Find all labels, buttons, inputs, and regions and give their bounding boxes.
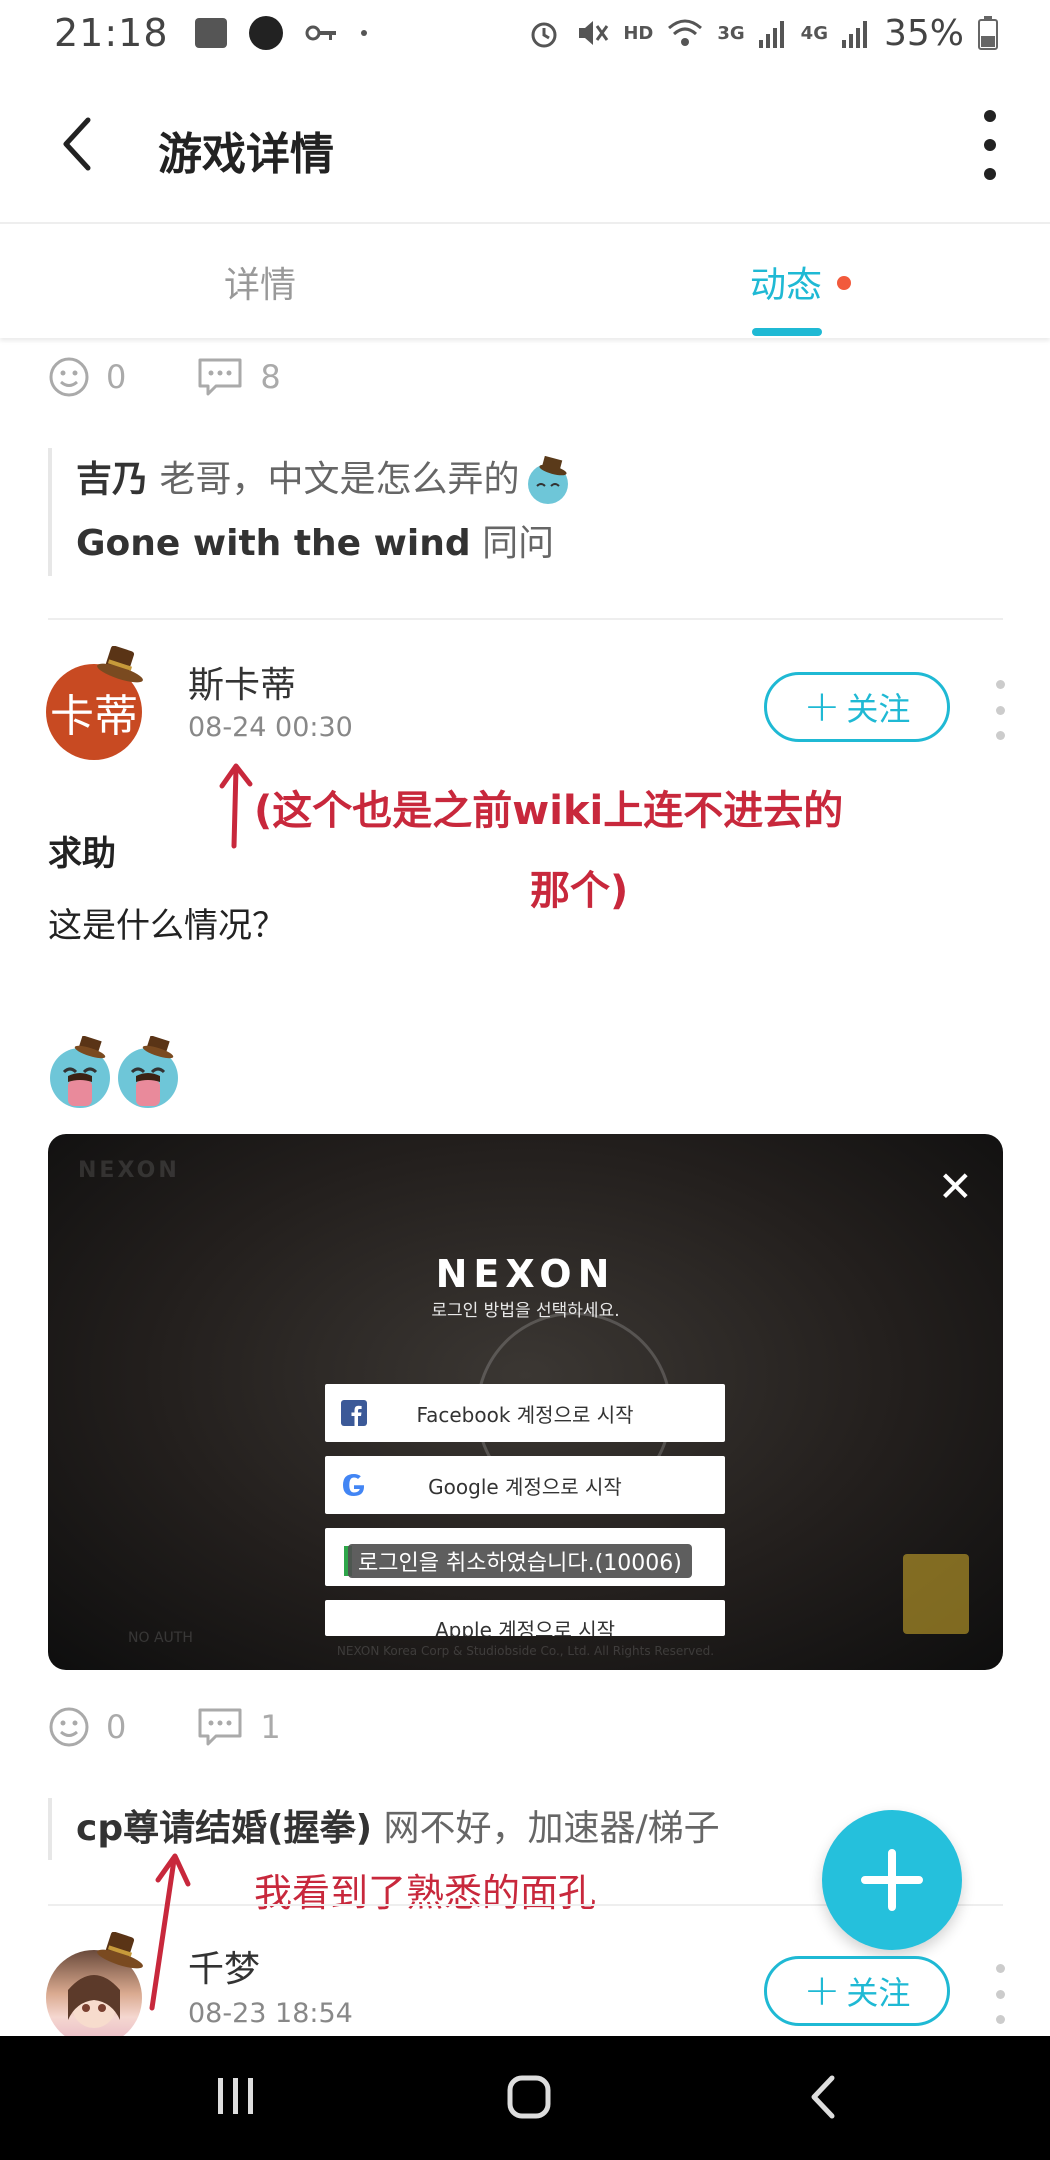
nav-back-icon[interactable] [808, 2074, 838, 2120]
annotation-arrow-icon [219, 763, 253, 849]
comment-line-1: 吉乃 老哥，中文是怎么弄的 [76, 448, 1003, 512]
comment-text: 老哥，中文是怎么弄的 [148, 459, 520, 500]
post-image[interactable]: NEXON ✕ NEXON 로그인 방법을 선택하세요. Facebook 계정… [48, 1134, 1003, 1670]
status-bar: 21:18 HD 3G 4G 35% [0, 0, 1050, 66]
comment-icon [198, 358, 242, 396]
post-divider [48, 618, 1003, 620]
apple-login-button: Apple 계정으로 시작 [325, 1600, 725, 1636]
facebook-icon [341, 1400, 367, 1426]
comment-count: 8 [260, 358, 281, 396]
battery-icon [978, 16, 998, 50]
google-login-label: Google 계정으로 시작 [428, 1474, 622, 1499]
comment-user-2: Gone with the wind [76, 523, 471, 564]
like-button-2[interactable]: 0 [48, 1706, 126, 1748]
tab-bar: 详情 动态 [0, 224, 1050, 338]
crying-emoji-icon [50, 1036, 178, 1108]
key-icon [305, 25, 336, 41]
comment-button[interactable]: 8 [196, 356, 281, 398]
smile-icon [49, 1707, 89, 1747]
hd-label: HD [623, 22, 654, 44]
follow-button-2[interactable]: + 关注 [764, 1956, 950, 2026]
comment-preview-2[interactable]: cp尊请结婚(握拳) 网不好，加速器/梯子 [48, 1798, 720, 1860]
comment-preview[interactable]: 吉乃 老哥，中文是怎么弄的 Gone with the wind 同问 [48, 448, 1003, 576]
page-title: 游戏详情 [158, 129, 334, 180]
hat-icon [97, 646, 143, 683]
age-rating-badge [903, 1554, 969, 1634]
avatar-text: 卡蒂 [50, 691, 138, 742]
add-post-button[interactable] [822, 1810, 962, 1950]
ghost-emoji-icon [528, 456, 569, 504]
comment-user-3: cp尊请结婚(握拳) [76, 1808, 373, 1849]
system-nav-bar [0, 2036, 1050, 2160]
gallery-icon [194, 18, 227, 48]
follow-button[interactable]: + 关注 [764, 672, 950, 742]
comment-user: 吉乃 [76, 459, 149, 500]
reaction-row: 0 1 [48, 1706, 351, 1748]
follow-label: 关注 [846, 690, 911, 728]
home-icon[interactable] [506, 2074, 552, 2120]
notification-dot [837, 276, 851, 290]
tab-detail[interactable]: 详情 [224, 256, 296, 308]
plus-icon: + [803, 1965, 841, 2016]
lightning-icon [248, 16, 283, 50]
username-2[interactable]: 千梦 [188, 1940, 260, 1992]
post-more-icon[interactable] [994, 680, 1006, 740]
annotation-text-1: (这个也是之前wiki上连不进去的 [254, 788, 844, 834]
close-icon: ✕ [937, 1162, 973, 1211]
facebook-login-button: Facebook 계정으로 시작 [325, 1384, 725, 1442]
status-time: 21:18 [54, 11, 169, 55]
mute-icon [579, 21, 609, 45]
back-icon[interactable] [58, 114, 98, 174]
annotation-text-3: 我看到了熟悉的面孔 [254, 1871, 597, 1915]
dot-icon [360, 30, 367, 36]
post-date-2: 08-23 18:54 [188, 1998, 353, 2029]
signal-icon [758, 21, 784, 48]
login-subtitle: 로그인 방법을 선택하세요. [431, 1301, 620, 1321]
comment-button-2[interactable]: 1 [196, 1706, 281, 1748]
apple-login-label: Apple 계정으로 시작 [434, 1618, 616, 1636]
corner-logo: NEXON [78, 1158, 180, 1183]
follow-label-2: 关注 [846, 1974, 911, 2012]
facebook-login-label: Facebook 계정으로 시작 [416, 1402, 634, 1427]
tab-dynamics[interactable]: 动态 [750, 256, 822, 308]
smile-icon [49, 357, 89, 397]
comment-text-3: 网不好，加速器/梯子 [372, 1808, 720, 1849]
battery-percent: 35% [883, 12, 964, 54]
alarm-icon [531, 22, 557, 48]
wifi-icon [668, 19, 703, 46]
signal-icon-2 [841, 21, 867, 48]
comment-icon [198, 1708, 242, 1746]
reaction-row-top: 0 8 [48, 356, 351, 398]
hat-icon-2 [97, 1932, 143, 1969]
post-body: 这是什么情况？ [48, 906, 286, 946]
like-count: 0 [106, 358, 127, 396]
username[interactable]: 斯卡蒂 [188, 656, 296, 708]
net-4g-label: 4G [800, 22, 828, 44]
plus-icon [861, 1849, 923, 1911]
like-button[interactable]: 0 [48, 356, 126, 398]
comment-text-2: 同问 [470, 523, 555, 564]
post-title: 求助 [48, 834, 116, 874]
active-tab-indicator [752, 328, 822, 336]
google-icon [343, 1474, 365, 1496]
like-count-2: 0 [106, 1708, 127, 1746]
post-date: 08-24 00:30 [188, 712, 353, 743]
annotation-text-2: 那个) [530, 868, 629, 914]
recents-icon[interactable] [214, 2074, 258, 2118]
net-3g-label: 3G [717, 22, 745, 44]
plus-icon: + [803, 681, 841, 732]
post-more-icon-2[interactable] [994, 1964, 1006, 2024]
more-options-icon[interactable] [980, 110, 1000, 180]
error-toast: 로그인을 취소하였습니다.(10006) [348, 1544, 692, 1578]
google-login-button: Google 계정으로 시작 [325, 1456, 725, 1514]
comment-count-2: 1 [260, 1708, 281, 1746]
comment-line-2: Gone with the wind 同问 [76, 512, 1003, 576]
nexon-logo: NEXON [435, 1252, 616, 1296]
copyright-text: NEXON Korea Corp & Studiobside Co., Ltd.… [336, 1644, 715, 1658]
app-header: 游戏详情 [0, 80, 1050, 210]
